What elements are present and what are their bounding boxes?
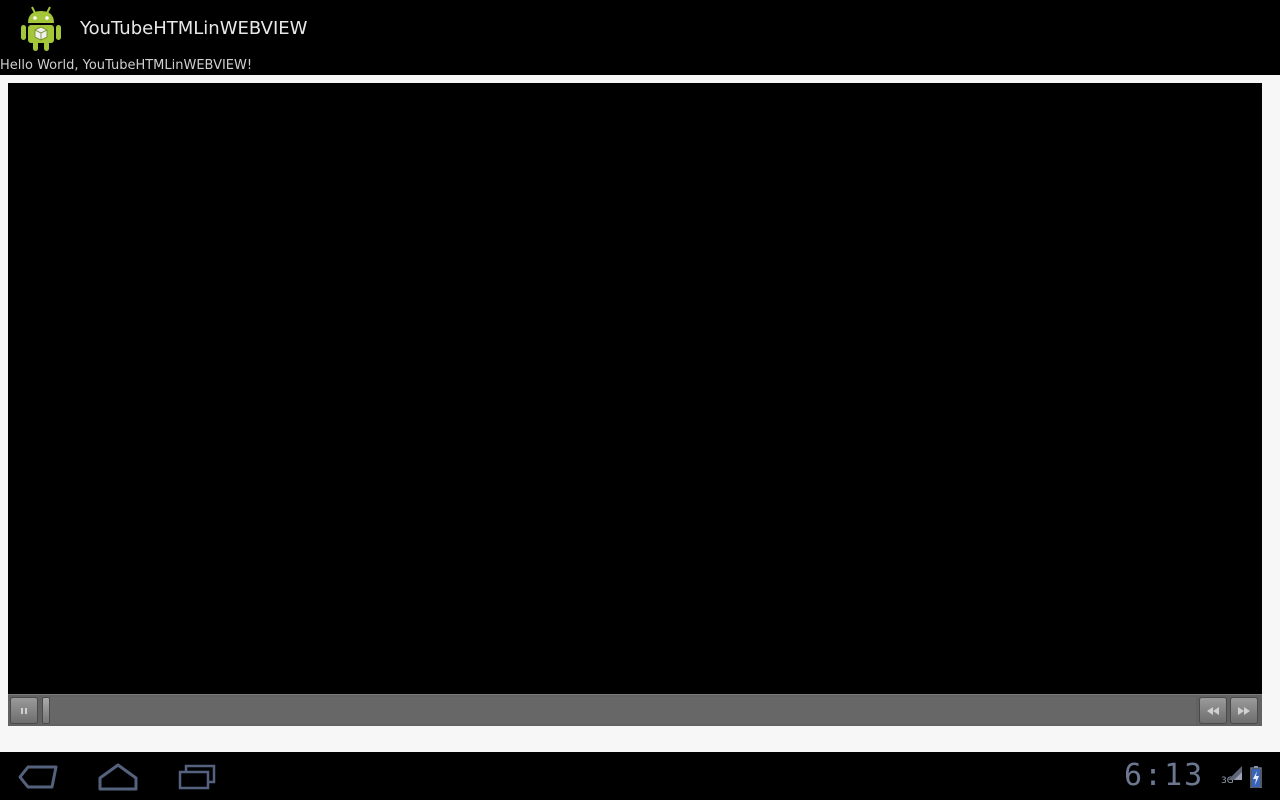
- fast-forward-button[interactable]: [1230, 697, 1258, 724]
- seek-thumb[interactable]: [42, 697, 50, 724]
- battery-icon: [1250, 766, 1262, 788]
- back-icon[interactable]: [16, 762, 60, 792]
- device-screen: YouTubeHTMLinWEBVIEW Hello World, YouTub…: [0, 0, 1280, 800]
- title-bar: YouTubeHTMLinWEBVIEW: [0, 0, 1280, 56]
- app-title: YouTubeHTMLinWEBVIEW: [80, 18, 308, 39]
- hello-text: Hello World, YouTubeHTMLinWEBVIEW!: [0, 58, 253, 73]
- recent-apps-icon[interactable]: [176, 762, 220, 792]
- seek-bar[interactable]: [42, 697, 1196, 724]
- system-bar: 6:13 3G: [0, 752, 1280, 800]
- clock: 6:13: [1124, 758, 1205, 793]
- android-robot-icon: [21, 6, 61, 51]
- webview[interactable]: [0, 75, 1280, 752]
- rewind-icon: [1207, 707, 1219, 715]
- pause-icon: [21, 708, 27, 714]
- rewind-button[interactable]: [1199, 697, 1227, 724]
- fast-forward-icon: [1238, 707, 1250, 715]
- media-controls: [8, 694, 1262, 726]
- video-frame[interactable]: [8, 83, 1262, 694]
- home-icon[interactable]: [96, 762, 140, 792]
- pause-button[interactable]: [10, 697, 38, 724]
- signal-icon: [1228, 766, 1242, 780]
